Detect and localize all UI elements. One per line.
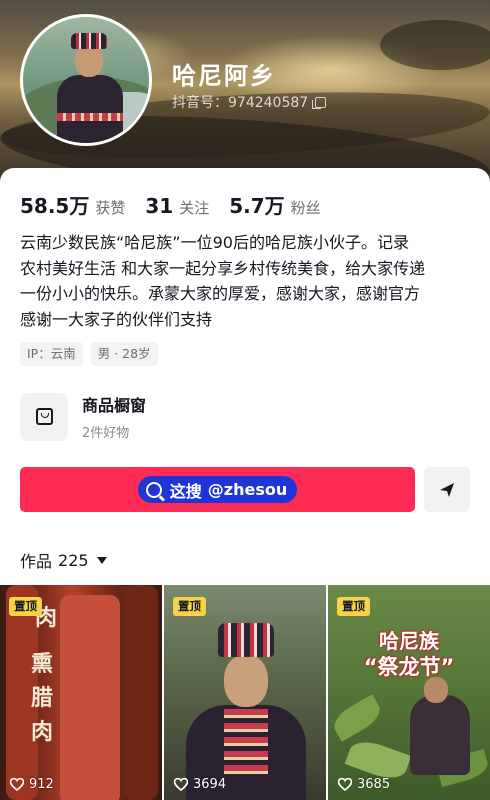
stat-label: 粉丝 <box>290 199 321 217</box>
profile-bio: 云南少数民族“哈尼族”一位90后的哈尼族小伙子。记录 农村美好生活 和大家一起分… <box>20 230 475 332</box>
shop-title: 商品橱窗 <box>82 396 147 415</box>
video-likes: 3694 <box>174 777 226 792</box>
thumbnail-art <box>60 595 120 800</box>
thumbnail-art <box>224 709 268 779</box>
profile-card: 58.5万 获赞 31 关注 5.7万 粉丝 云南少数民族“哈尼族”一位90后的… <box>0 168 490 800</box>
stat-label: 关注 <box>179 199 210 217</box>
pinned-badge: 置顶 <box>173 597 206 616</box>
pinned-badge: 置顶 <box>337 597 370 616</box>
watermark-badge: 这搜 @zhesou <box>137 476 298 503</box>
pinned-badge: 置顶 <box>9 597 42 616</box>
thumbnail-art <box>124 585 158 800</box>
bio-line: 农村美好生活 和大家一起分享乡村传统美食，给大家传递 <box>20 258 426 278</box>
video-thumbnail[interactable]: 肉 熏 腊 肉 置顶 912 <box>0 585 162 800</box>
likes-count: 3685 <box>357 777 391 792</box>
bio-line: 感谢一大家子的伙伴们支持 <box>20 309 213 329</box>
bio-line: 一份小小的快乐。承蒙大家的厚爱，感谢大家，感谢官方 <box>20 284 421 303</box>
gender-age-tag: 男 · 28岁 <box>90 342 158 366</box>
thumbnail-caption: “祭龙节” <box>363 655 455 679</box>
send-message-button[interactable] <box>424 467 470 512</box>
video-thumbnail[interactable]: 置顶 3694 <box>164 585 326 800</box>
copy-icon[interactable] <box>312 96 327 109</box>
caret-down-icon <box>96 556 107 564</box>
video-thumbnail[interactable]: 哈尼族 “祭龙节” 置顶 3685 <box>328 585 490 800</box>
works-count: 225 <box>58 550 89 570</box>
profile-nickname: 哈尼阿乡 <box>172 62 276 90</box>
ip-location-tag: IP：云南 <box>20 342 83 366</box>
works-tab[interactable]: 作品 225 <box>20 548 107 572</box>
heart-icon <box>10 778 24 791</box>
watermark-text: 这搜 <box>169 481 202 501</box>
stat-label: 获赞 <box>95 199 126 217</box>
stat-followers[interactable]: 5.7万 粉丝 <box>229 190 320 219</box>
profile-tags: IP：云南 男 · 28岁 <box>20 342 158 366</box>
thumbnail-art <box>224 655 268 707</box>
shop-subtitle: 2件好物 <box>82 426 130 441</box>
likes-count: 912 <box>29 777 54 792</box>
stat-likes[interactable]: 58.5万 获赞 <box>20 190 125 219</box>
douyin-id[interactable]: 抖音号：974240587 <box>172 92 327 112</box>
thumbnail-art <box>410 695 470 775</box>
caption-char: 熏 <box>31 651 54 677</box>
shop-icon-box <box>20 392 68 441</box>
profile-stats: 58.5万 获赞 31 关注 5.7万 粉丝 <box>20 190 341 219</box>
stat-value: 5.7万 <box>229 194 285 218</box>
thumbnail-caption: 哈尼族 <box>379 629 439 653</box>
stat-value: 31 <box>145 194 174 218</box>
video-grid: 肉 熏 腊 肉 置顶 912 置顶 3694 哈尼族 “祭龙节” 置顶 3685 <box>0 585 490 800</box>
thumbnail-art <box>218 623 274 657</box>
works-label: 作品 <box>20 552 53 571</box>
watermark-handle: @zhesou <box>207 480 288 499</box>
caption-char: 肉 <box>31 719 54 745</box>
thumbnail-art <box>328 694 386 742</box>
heart-icon <box>174 778 188 791</box>
follow-button[interactable]: 这搜 @zhesou <box>20 467 415 512</box>
stat-value: 58.5万 <box>20 194 90 218</box>
heart-icon <box>338 778 352 791</box>
video-likes: 3685 <box>338 777 390 792</box>
video-likes: 912 <box>10 777 54 792</box>
bio-line: 云南少数民族“哈尼族”一位90后的哈尼族小伙子。记录 <box>20 233 409 252</box>
douyin-id-text: 抖音号：974240587 <box>172 95 309 111</box>
stat-following[interactable]: 31 关注 <box>145 194 209 218</box>
shopping-bag-icon <box>35 408 53 425</box>
search-icon <box>145 481 162 498</box>
send-icon <box>440 482 454 497</box>
thumbnail-caption: 肉 熏 腊 肉 <box>31 605 57 749</box>
caption-char: 腊 <box>31 685 54 711</box>
shop-window-entry[interactable]: 商品橱窗 2件好物 <box>20 392 146 441</box>
avatar[interactable] <box>20 14 152 146</box>
likes-count: 3694 <box>193 777 227 792</box>
